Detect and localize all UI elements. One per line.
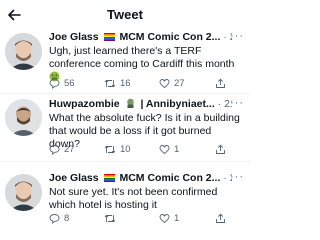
reply-button[interactable]: 56 [49, 78, 75, 89]
retweet-button[interactable] [104, 213, 120, 224]
like-button[interactable]: 1 [159, 144, 179, 155]
tweet-meta: Huwpazombie | Annibyniaet... · 21h [49, 98, 232, 111]
retweet-icon [104, 214, 116, 223]
avatar[interactable] [5, 99, 42, 136]
author-name-suffix[interactable]: MCM Comic Con 2... [119, 172, 220, 184]
author-name[interactable]: Joe Glass [49, 31, 99, 43]
author-name[interactable]: Joe Glass [49, 172, 99, 184]
like-icon [159, 79, 170, 89]
page-title: Tweet [107, 7, 143, 22]
reply-icon [49, 79, 60, 89]
avatar[interactable] [5, 33, 42, 70]
retweet-button[interactable]: 16 [104, 78, 131, 89]
author-name[interactable]: Huwpazombie [49, 98, 120, 110]
reply-button[interactable]: 8 [49, 213, 69, 224]
like-icon [159, 214, 170, 224]
share-button[interactable] [215, 78, 230, 89]
tweet[interactable]: Huwpazombie | Annibyniaet... · 21h ··· W… [0, 98, 250, 160]
share-icon [216, 144, 225, 154]
share-icon [216, 78, 225, 88]
author-name-suffix[interactable]: | Annibyniaet... [140, 98, 214, 110]
pride-flag-icon [103, 33, 115, 41]
tweet-actions: 27 10 1 [49, 144, 244, 156]
retweet-icon [104, 145, 116, 154]
more-icon[interactable]: ··· [230, 98, 244, 109]
tweet-text: Not sure yet. It's not been confirmed wh… [49, 186, 218, 211]
reply-button[interactable]: 27 [49, 144, 75, 155]
header: Tweet [0, 0, 250, 31]
divider [0, 161, 250, 162]
zombie-emoji [126, 98, 134, 108]
author-name-suffix[interactable]: MCM Comic Con 2... [119, 31, 220, 43]
avatar[interactable] [5, 174, 42, 211]
like-button[interactable]: 1 [159, 213, 179, 224]
share-icon [216, 213, 225, 223]
tweet[interactable]: Joe Glass MCM Comic Con 2... · 22h ··· U… [0, 31, 250, 95]
retweet-icon [104, 79, 116, 88]
tweet-meta: Joe Glass MCM Comic Con 2... · 21h [49, 172, 232, 185]
tweet-meta: Joe Glass MCM Comic Con 2... · 22h [49, 31, 232, 44]
tweet-actions: 56 16 27 [49, 78, 244, 90]
like-icon [159, 145, 170, 155]
share-button[interactable] [215, 213, 230, 224]
reply-icon [49, 145, 60, 155]
more-icon[interactable]: ··· [230, 172, 244, 183]
share-button[interactable] [215, 144, 230, 155]
like-button[interactable]: 27 [159, 78, 185, 89]
reply-icon [49, 214, 60, 224]
tweet[interactable]: Joe Glass MCM Comic Con 2... · 21h ··· N… [0, 172, 250, 238]
tweet-actions: 8 1 [49, 213, 244, 225]
pride-flag-icon [103, 174, 115, 182]
divider [0, 93, 250, 94]
more-icon[interactable]: ··· [230, 31, 244, 42]
retweet-button[interactable]: 10 [104, 144, 131, 155]
